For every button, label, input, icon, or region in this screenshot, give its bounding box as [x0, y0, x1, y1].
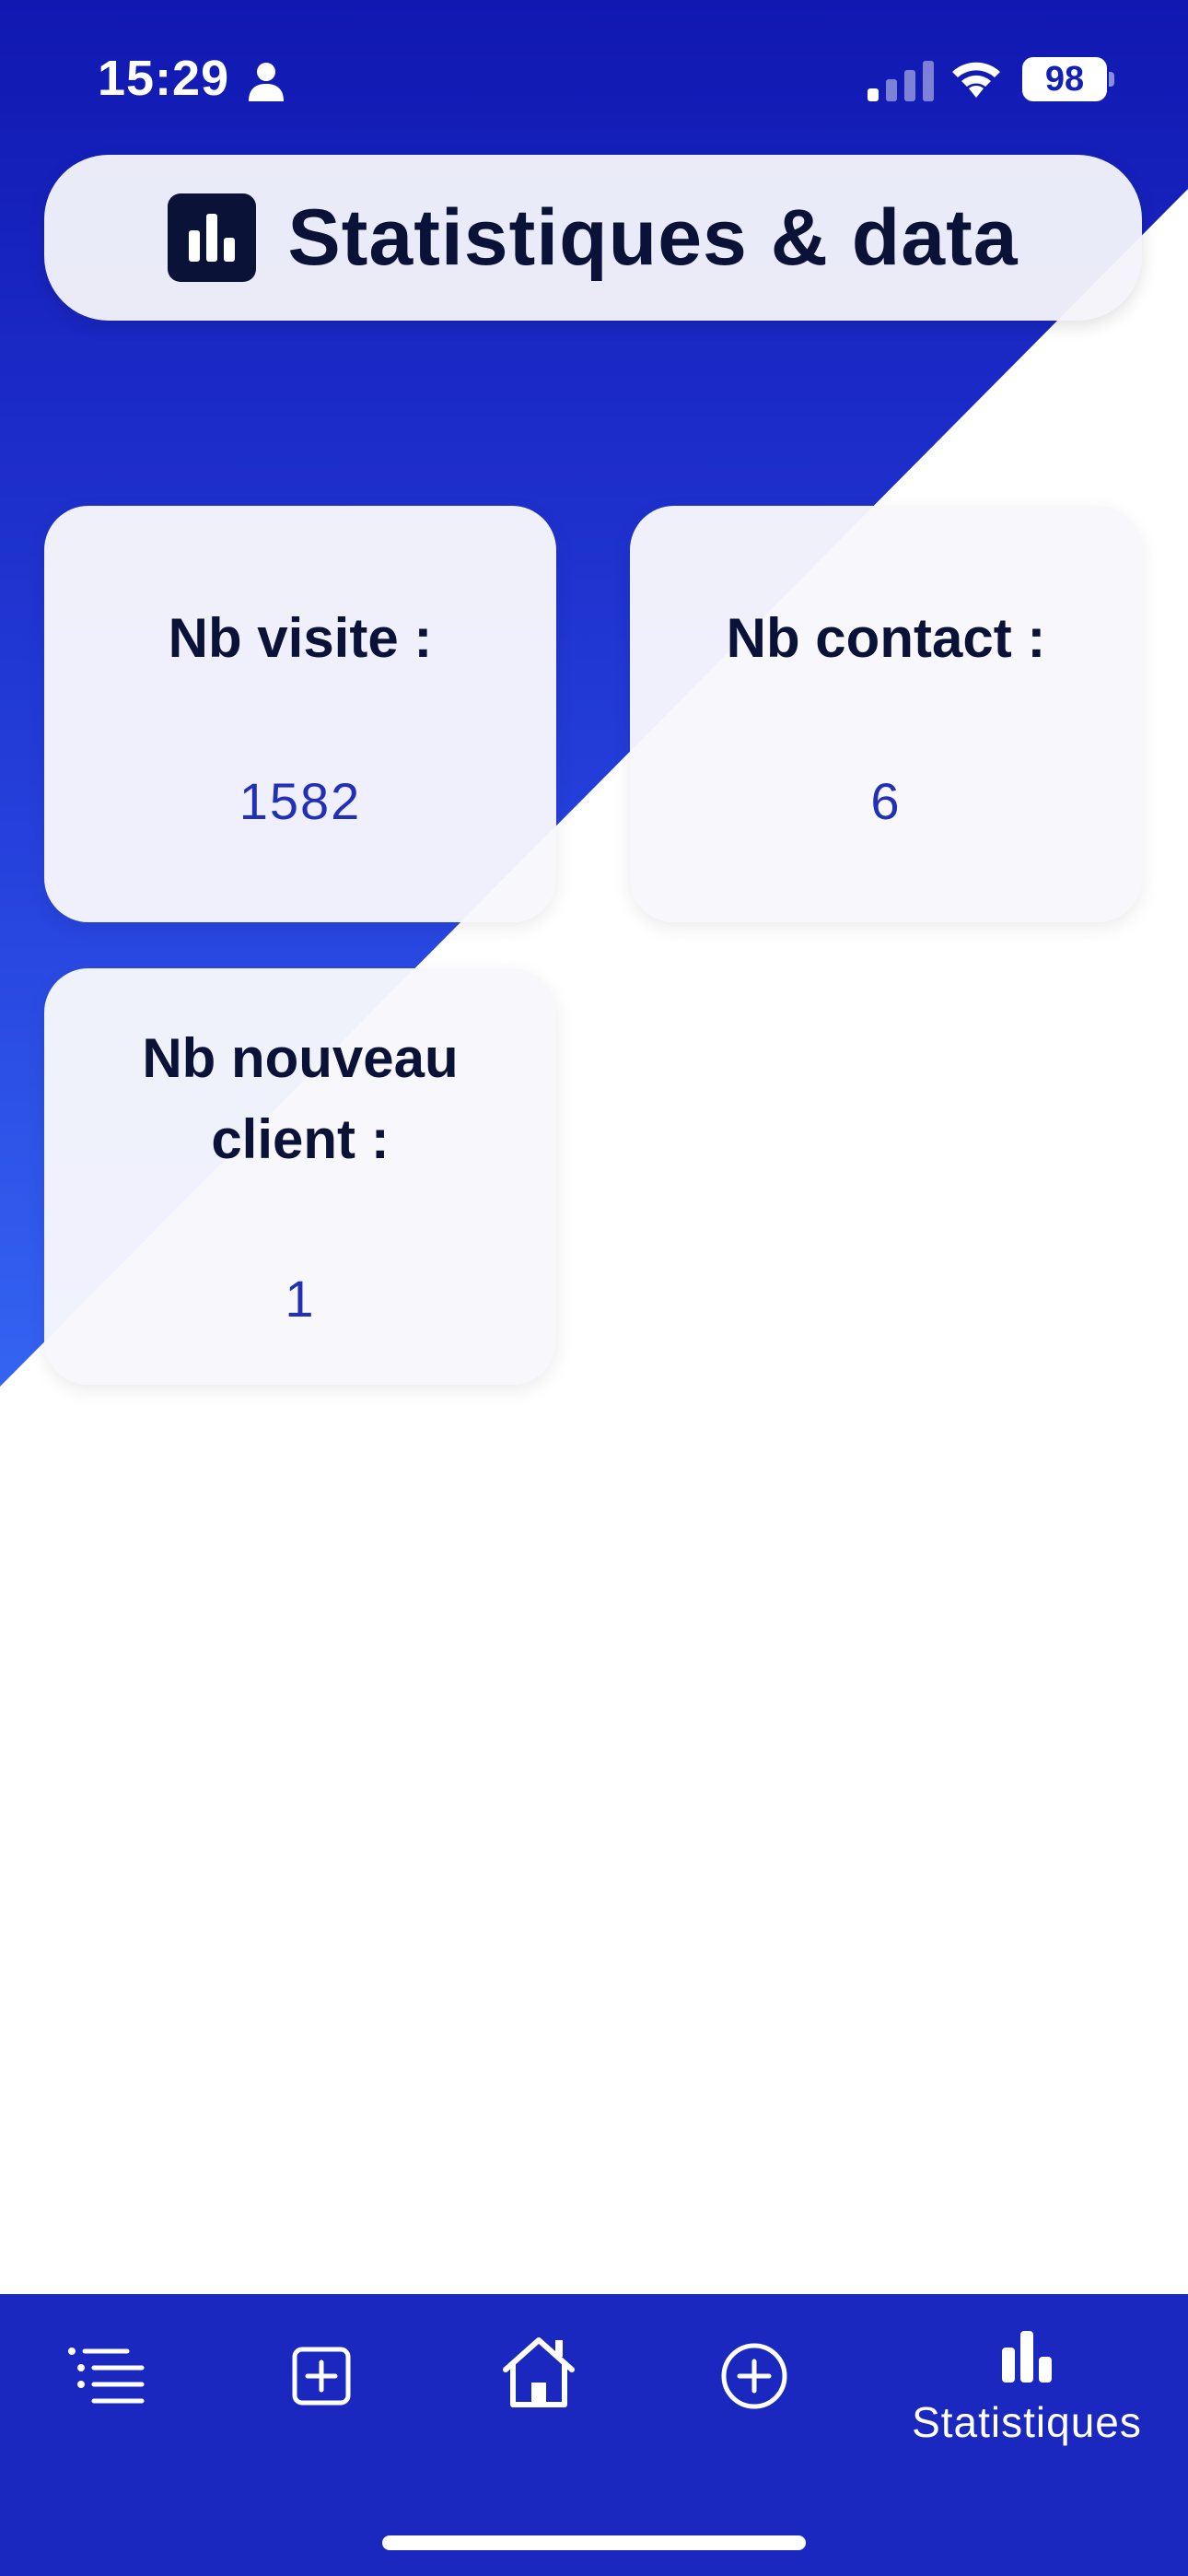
home-icon	[503, 2337, 575, 2407]
nav-label-statistics: Statistiques	[912, 2398, 1142, 2446]
stat-card-label: Nb contact :	[726, 607, 1046, 669]
stat-card-value: 6	[870, 772, 902, 830]
stat-card-value: 1582	[239, 772, 362, 830]
bar-chart-icon	[1002, 2331, 1052, 2383]
battery-nub	[1109, 72, 1114, 87]
stat-card-label: Nb nouveau client :	[142, 1027, 459, 1170]
wifi-icon	[952, 62, 1000, 98]
battery-level: 98	[1044, 59, 1085, 99]
nav-item-statistics[interactable]	[884, 2294, 1170, 2497]
list-icon	[68, 2348, 145, 2404]
home-indicator[interactable]	[382, 2535, 806, 2550]
bar-chart-icon	[168, 193, 257, 282]
stat-card-visits: Nb visite : 1582	[44, 506, 556, 922]
add-circle-icon	[721, 2343, 787, 2409]
nav-item-add-square[interactable]	[249, 2294, 396, 2497]
nav-item-home[interactable]	[465, 2294, 612, 2497]
stat-card-value: 1	[285, 1270, 316, 1328]
page-title: Statistiques & data	[287, 193, 1019, 282]
status-time: 15:29	[98, 51, 230, 106]
stat-card-label: Nb visite :	[168, 607, 433, 669]
stat-card-new-clients: Nb nouveau client : 1	[44, 968, 556, 1385]
battery-icon: 98	[1022, 57, 1107, 101]
nav-item-add-circle[interactable]	[681, 2294, 829, 2497]
page-header: Statistiques & data	[44, 155, 1142, 321]
bottom-nav: Statistiques	[0, 2294, 1188, 2576]
statistics-screen: 15:29 98 Statistiques & data Nb visite:…	[0, 0, 1188, 2576]
person-icon	[249, 63, 284, 101]
add-square-icon	[292, 2347, 351, 2406]
signal-icon	[868, 61, 934, 101]
status-bar: 15:29 98	[0, 0, 1188, 161]
nav-item-list[interactable]	[37, 2294, 184, 2497]
stat-card-contacts: Nb contact : 6	[630, 506, 1142, 922]
